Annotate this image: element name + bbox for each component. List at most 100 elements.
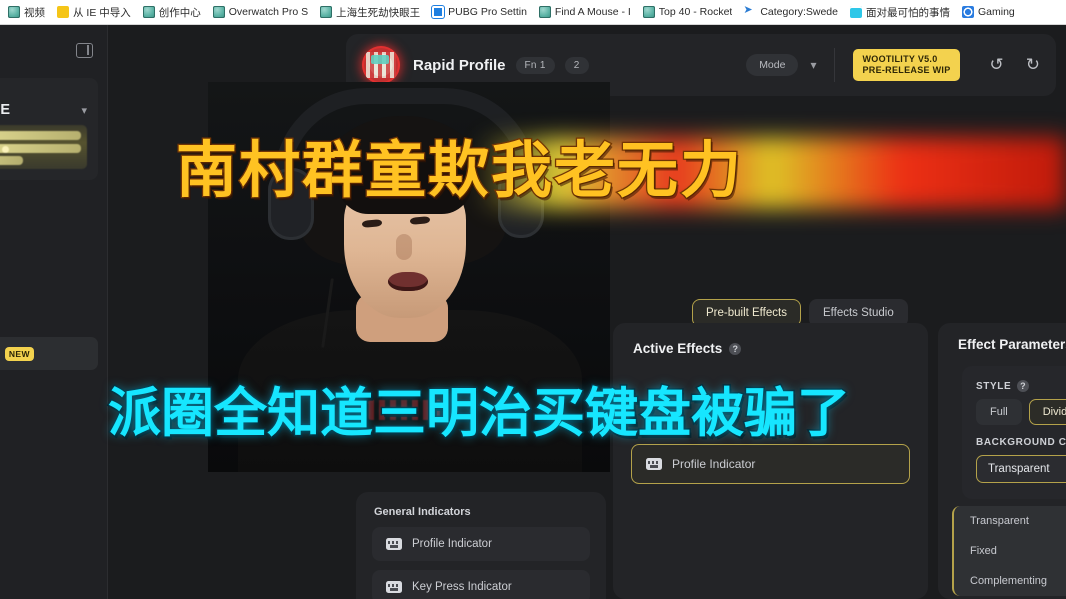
bookmark-item[interactable]: 创作中心 [137,2,207,22]
background-color-dropdown: Transparent Fixed Complementing [952,506,1066,596]
keyboard-icon [386,581,402,593]
sidebar-item-gamepad[interactable]: Gamepad [0,420,89,446]
ring-icon [961,6,974,18]
bookmark-item[interactable]: 视频 [2,2,51,22]
help-icon[interactable]: ? [1017,380,1030,392]
general-indicator-row[interactable]: Profile Indicator [372,527,590,561]
dropdown-option-fixed[interactable]: Fixed [954,536,1066,566]
sidebar-group-performance: Performance [0,214,98,238]
background-color-select[interactable]: Transparent [976,455,1066,483]
subtitle-bottom: 派圈全知道三明治买键盘被骗了 [107,382,1008,447]
sidebar-item-effects[interactable]: Effects [0,304,98,337]
panel-title: Active Effects [633,341,723,356]
bookmark-label: 面对最可怕的事情 [865,6,950,19]
new-badge: NEW [4,346,34,361]
divider [834,48,836,82]
subtitle-bottom-text: 派圈全知道三明治买键盘被骗了 [107,382,852,446]
screen-root: 视频 从 IE 中导入 创作中心 Overwatch Pro S 上海生死劫快眼… [0,0,1066,599]
general-indicators-title: General Indicators [374,506,471,518]
sidebar-item-actuation-point[interactable]: Actuation Point [0,238,98,271]
wip-line-1: WOOTILITY V5.0 [862,53,938,64]
keyboard-icon [386,538,402,550]
bookmark-item[interactable]: Find A Mouse - I [533,2,637,22]
gear-icon [432,6,445,18]
globe-icon [642,6,655,18]
device-selector-card[interactable]: Devices Wooting 80HE ▾ [0,78,98,180]
browser-bookmarks-bar: 视频 从 IE 中导入 创作中心 Overwatch Pro S 上海生死劫快眼… [0,0,1066,25]
mode-selector[interactable]: Mode [746,54,799,76]
help-icon[interactable]: ? [729,342,742,355]
bookmark-item[interactable]: 面对最可怕的事情 [844,2,956,22]
bookmark-label: 从 IE 中导入 [73,6,131,19]
profile-fn-pill[interactable]: Fn 1 [515,56,555,74]
bookmark-item[interactable]: PUBG Pro Settin [426,2,533,22]
globe-icon [538,6,551,18]
configuration-sidebar: Configuration Devices Wooting 80HE ▾ [0,25,108,599]
chevron-down-icon[interactable]: ▾ [810,58,816,72]
active-effect-row[interactable]: Profile Indicator [631,444,910,484]
effect-parameters-panel: Effect Parameters STYLE ? Full Divided B… [938,323,1066,599]
general-indicator-row[interactable]: Key Press Indicator [372,570,590,599]
device-name: Wooting 80HE [0,102,11,118]
globe-icon [212,6,225,18]
globe-icon [320,6,333,18]
active-effect-label: Profile Indicator [672,457,756,471]
bookmark-label: Overwatch Pro S [228,6,309,18]
bookmark-item[interactable]: 从 IE 中导入 [51,2,137,22]
bookmark-label: Top 40 - Rocket [658,6,733,18]
profile-slot-pill[interactable]: 2 [564,56,589,74]
subtitle-top: 南村群童欺我老无力 [175,131,1066,213]
dropdown-option-transparent[interactable]: Transparent [954,506,1066,536]
prerelease-badge: WOOTILITY V5.0 PRE-RELEASE WIP [853,48,960,82]
bookmark-item[interactable]: Top 40 - Rocket [637,2,739,22]
bookmark-item[interactable]: 上海生死劫快眼王 [314,2,426,22]
active-effects-panel: Active Effects ? Profile Indicator [613,323,928,599]
chevron-down-icon: ▾ [81,104,87,117]
globe-icon [142,6,155,18]
general-indicators-panel: General Indicators Profile Indicator Key… [356,492,606,599]
history-controls: ↺ ↻ [960,55,1041,75]
webcam-mouth [388,272,428,291]
device-row[interactable]: Wooting 80HE ▾ [0,102,87,118]
bookmark-label: 上海生死劫快眼王 [336,6,421,19]
effect-parameters-title-row: Effect Parameters [938,323,1066,352]
sidebar-header: Configuration [0,25,107,75]
style-option-divided[interactable]: Divided [1028,399,1066,425]
sidebar-item-profile-indicator[interactable]: Profile Indicator NEW [0,337,98,370]
undo-icon[interactable]: ↺ [990,55,1004,75]
sidebar-group-key-bindings: Key Bindings [0,190,98,214]
general-indicator-label: Profile Indicator [412,538,492,550]
arrow-icon [743,3,756,18]
panel-collapse-icon[interactable] [76,42,93,58]
redo-icon[interactable]: ↻ [1026,55,1040,75]
bookmark-item[interactable]: Overwatch Pro S [207,2,314,22]
topbar-right-group: Mode ▾ WOOTILITY V5.0 PRE-RELEASE WIP ↺ … [746,48,1040,82]
bookmark-item[interactable]: Category:Swede [738,2,844,22]
sidebar-item-rapid-trigger[interactable]: Rapid Trigger [0,271,98,304]
sidebar-footer: Advanced keys Gamepad [0,394,107,446]
general-indicator-label: Key Press Indicator [412,581,512,593]
subtitle-top-text: 南村群童欺我老无力 [175,134,744,208]
webcam-nose [396,234,412,260]
devices-label: Devices [0,88,87,98]
folder-icon [57,6,69,18]
bookmark-label: 创作中心 [158,6,201,19]
profile-avatar[interactable] [362,46,400,84]
keyboard-thumbnail [0,125,87,169]
bookmark-label: 视频 [24,6,45,19]
keyboard-icon [646,458,662,470]
bookmark-item[interactable]: Gaming [956,2,1021,22]
panel-title: Effect Parameters [958,337,1066,352]
bookmark-label: PUBG Pro Settin [448,6,527,18]
sidebar-item-advanced-keys[interactable]: Advanced keys [0,394,89,420]
calendar-icon [849,6,862,18]
wip-line-2: PRE-RELEASE WIP [862,65,951,75]
bookmark-label: Category:Swede [760,6,838,18]
bookmark-label: Find A Mouse - I [554,6,631,18]
profile-name: Rapid Profile [413,56,506,74]
bookmark-label: Gaming [977,6,1015,18]
active-effects-title-row: Active Effects ? [613,323,928,356]
sidebar-nav: Key Bindings Performance Actuation Point… [0,190,107,370]
dropdown-option-complementing[interactable]: Complementing [954,566,1066,596]
globe-icon [8,6,20,18]
